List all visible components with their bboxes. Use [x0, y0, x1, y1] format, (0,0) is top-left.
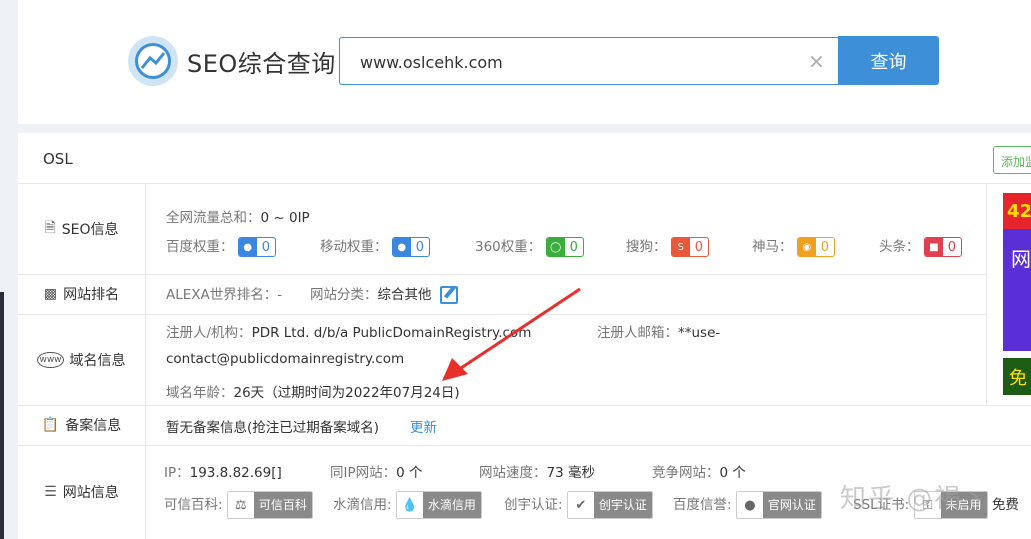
- watermark: 知乎 @褐丶: [840, 484, 991, 514]
- weight-toutiao: 头条： ■ 0: [879, 235, 963, 257]
- site-speed: 网站速度：73 毫秒: [479, 465, 595, 481]
- page-title: SEO综合查询: [187, 50, 336, 78]
- paw-icon: ●: [238, 238, 257, 256]
- baidu-weight-badge[interactable]: ● 0: [237, 237, 277, 257]
- 360-weight-badge[interactable]: ◯ 0: [545, 237, 584, 257]
- site-ip: IP：193.8.82.69[]: [164, 465, 282, 481]
- weight-baidu: 百度权重： ● 0: [166, 235, 277, 257]
- toutiao-icon: ■: [924, 238, 943, 256]
- 360-icon: ◯: [546, 238, 565, 256]
- sogou-icon: S: [671, 238, 690, 256]
- divider: [145, 183, 146, 539]
- divider: [986, 183, 987, 405]
- left-edge-strip: [0, 292, 4, 539]
- add-monitor-button[interactable]: 添加监: [993, 146, 1031, 174]
- chuangyu-badge[interactable]: ✔ 创宇认证: [566, 491, 653, 519]
- check-shield-icon: ✔: [567, 492, 594, 518]
- credit-shuidi: 水滴信用: 💧 水滴信用: [333, 491, 482, 519]
- search-button[interactable]: 查询: [838, 36, 939, 85]
- toutiao-weight-badge[interactable]: ■ 0: [923, 237, 963, 257]
- row-label-domain: www 域名信息: [37, 351, 126, 369]
- same-ip-sites: 同IP网站：0 个: [330, 465, 423, 481]
- weight-shenma: 神马： ◉ 0: [752, 235, 836, 257]
- paw-icon: ●: [392, 238, 411, 256]
- search-box: ×: [339, 37, 839, 85]
- traffic-info: 全网流量总和：0 ~ 0IP: [166, 210, 310, 226]
- seo-logo-icon: [128, 36, 178, 86]
- credit-chuangyu: 创宇认证: ✔ 创宇认证: [504, 491, 653, 519]
- credit-kexin: 可信百科: ⚖ 可信百科: [164, 491, 313, 519]
- shenma-weight-badge[interactable]: ◉ 0: [796, 237, 836, 257]
- shuidi-badge[interactable]: 💧 水滴信用: [395, 491, 482, 519]
- weight-sogou: 搜狗： S0: [626, 235, 710, 257]
- www-icon: www: [37, 351, 64, 368]
- clear-icon[interactable]: ×: [808, 51, 825, 71]
- divider: [18, 274, 986, 275]
- list-icon: ☰: [44, 484, 57, 500]
- document-icon: 🗎: [44, 219, 56, 236]
- edit-icon[interactable]: [439, 286, 458, 304]
- divider: [18, 183, 1031, 184]
- weight-mobile: 移动权重： ● 0: [320, 235, 431, 257]
- credit-baidu: 百度信誉: ● 官网认证: [673, 491, 822, 519]
- alexa-rank: ALEXA世界排名：-: [166, 287, 283, 303]
- registrant: 注册人/机构：PDR Ltd. d/b/a PublicDomainRegist…: [166, 325, 532, 341]
- row-label-rank: ▩ 网站排名: [43, 286, 120, 303]
- sogou-weight-badge[interactable]: S0: [670, 237, 710, 257]
- row-label-info: ☰ 网站信息: [44, 484, 119, 501]
- divider: [18, 445, 1031, 446]
- divider: [18, 405, 1031, 406]
- domain-age: 域名年龄：26天（过期时间为2022年07月24日): [166, 385, 460, 401]
- site-category: 网站分类：综合其他: [310, 283, 458, 304]
- icp-status: 暂无备案信息(抢注已过期备案域名): [166, 420, 380, 436]
- shield-icon: ⚖: [227, 492, 254, 518]
- registrant-email: 注册人邮箱：**use-: [597, 325, 721, 341]
- water-drop-icon: 💧: [396, 492, 423, 518]
- clipboard-icon: 📋: [41, 417, 60, 433]
- weight-360: 360权重： ◯ 0: [475, 235, 584, 257]
- baidu-official-badge[interactable]: ● 官网认证: [735, 491, 822, 519]
- shenma-icon: ◉: [797, 238, 816, 256]
- paw-icon: ●: [736, 492, 763, 518]
- bar-chart-icon: ▩: [43, 286, 58, 302]
- mobile-weight-badge[interactable]: ● 0: [391, 237, 431, 257]
- row-label-icp: 📋 备案信息: [41, 417, 122, 434]
- site-name: OSL: [43, 150, 73, 168]
- side-ad-banner[interactable]: 42 网 免: [1003, 193, 1031, 395]
- registrant-email-cont: contact@publicdomainregistry.com: [166, 351, 405, 367]
- kexin-badge[interactable]: ⚖ 可信百科: [226, 491, 313, 519]
- row-label-seo: 🗎 SEO信息: [18, 183, 145, 274]
- divider: [18, 314, 986, 315]
- search-input[interactable]: [360, 50, 780, 74]
- icp-update-link[interactable]: 更新: [410, 416, 437, 436]
- competitor-sites: 竞争网站：0 个: [652, 465, 746, 481]
